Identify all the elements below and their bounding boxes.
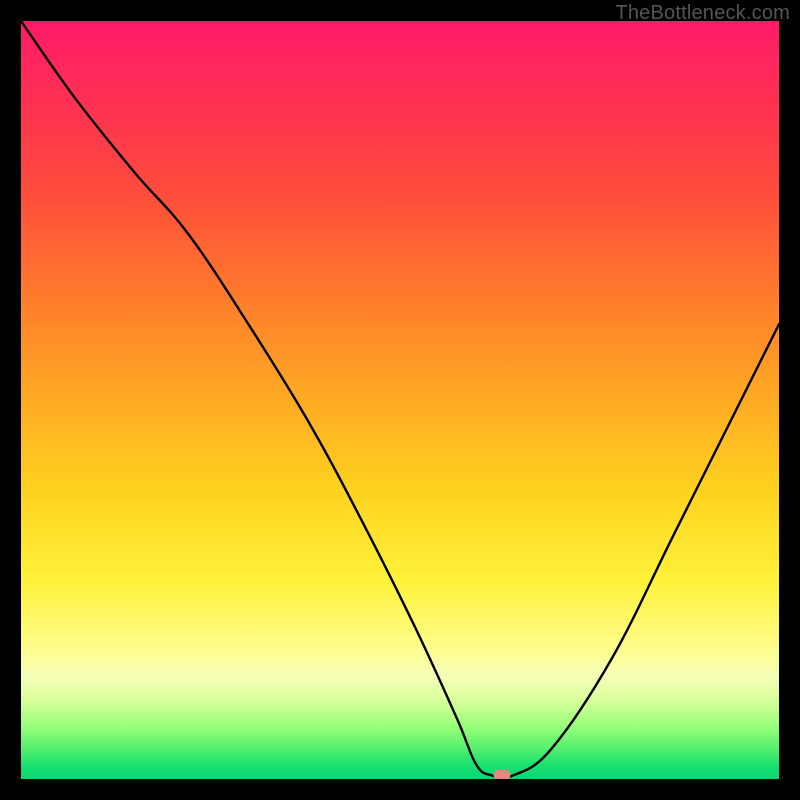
plot-area bbox=[21, 21, 779, 779]
bottleneck-curve bbox=[21, 21, 779, 779]
chart-frame: TheBottleneck.com bbox=[0, 0, 800, 800]
optimal-point-marker bbox=[494, 770, 511, 779]
curve-path bbox=[21, 21, 779, 778]
watermark-text: TheBottleneck.com bbox=[615, 2, 790, 25]
